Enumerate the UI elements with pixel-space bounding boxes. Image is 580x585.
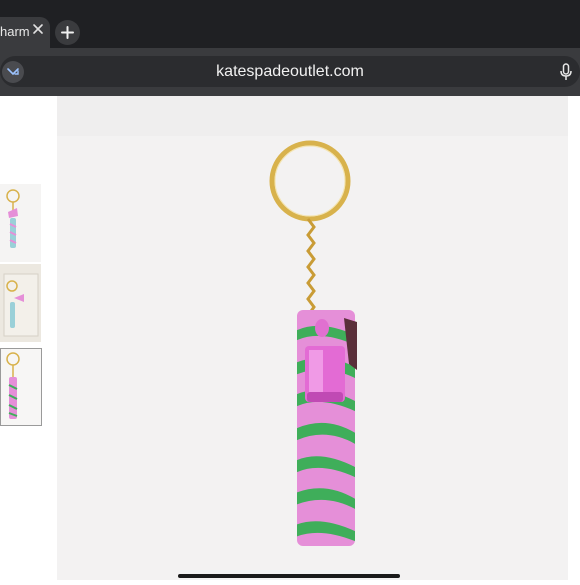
- address-bar[interactable]: katespadeoutlet.com: [0, 56, 580, 87]
- browser-toolbar: katespadeoutlet.com: [0, 48, 580, 96]
- site-settings-button[interactable]: [2, 61, 24, 83]
- new-tab-button[interactable]: [55, 20, 80, 45]
- page-content: [0, 96, 580, 580]
- browser-tab[interactable]: harm: [0, 17, 50, 48]
- url-text[interactable]: katespadeoutlet.com: [0, 56, 580, 87]
- thumbnail-list: [0, 96, 44, 580]
- thumbnail-3-image: [6, 352, 20, 419]
- thumbnail-2-image: [0, 264, 41, 342]
- plus-icon: [61, 26, 74, 39]
- image-top-band: [57, 96, 568, 136]
- close-icon[interactable]: [31, 22, 45, 36]
- tab-strip: harm: [0, 0, 580, 48]
- tab-title: harm: [0, 24, 30, 39]
- site-settings-icon: [7, 68, 19, 76]
- chain: [306, 218, 316, 315]
- thumbnail-2[interactable]: [0, 264, 41, 342]
- thumbnail-1-image: [6, 189, 20, 248]
- home-indicator[interactable]: [178, 574, 400, 578]
- microphone-icon[interactable]: [559, 63, 573, 81]
- thumbnail-3-selected[interactable]: [0, 348, 42, 426]
- thumbnail-1[interactable]: [0, 184, 41, 262]
- key-ring: [269, 140, 351, 222]
- product-main-image[interactable]: [57, 96, 568, 580]
- keychain-illustration: [269, 140, 357, 546]
